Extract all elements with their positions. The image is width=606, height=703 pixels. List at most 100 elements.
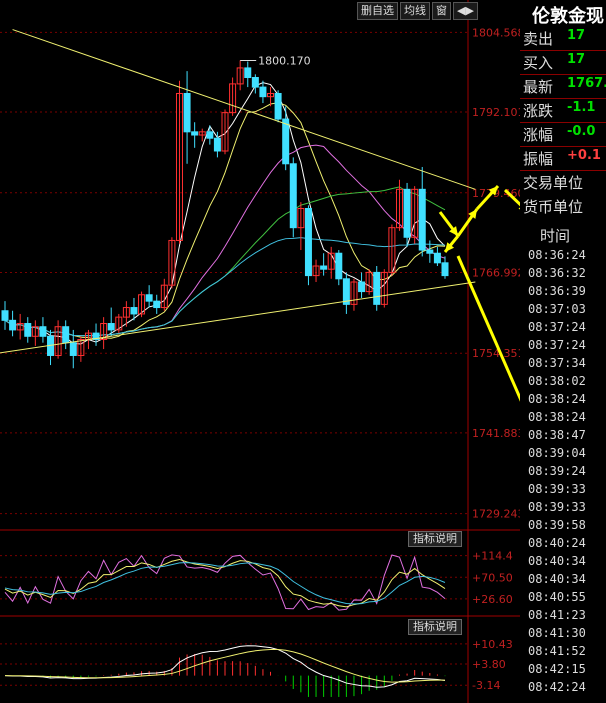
y-tick-label: +26.60 — [472, 593, 513, 606]
candle-body — [153, 300, 161, 309]
quote-row-label: 卖出 — [523, 30, 554, 48]
quote-row: 卖出 17 — [523, 28, 606, 50]
candle-body — [251, 77, 259, 88]
trade-time: 08:41:23 — [528, 608, 586, 622]
candle-body — [259, 86, 267, 98]
quote-row-label: 最新 — [523, 78, 554, 96]
candle-body — [403, 188, 411, 238]
time-header: 时间 — [540, 227, 571, 245]
divider — [520, 122, 606, 123]
candle-body — [441, 262, 449, 277]
quote-row-label: 货币单位 — [523, 198, 584, 216]
quote-row-label: 振幅 — [523, 150, 554, 168]
ma-line-30 — [4, 186, 446, 337]
quote-row-value: 1767.3 — [567, 76, 606, 91]
y-tick-label: +10.43 — [472, 638, 513, 651]
candle-body — [426, 249, 434, 254]
trade-time: 08:37:24 — [528, 338, 586, 352]
trade-time: 08:40:34 — [528, 554, 586, 568]
trade-time: 08:36:39 — [528, 284, 586, 298]
trade-time: 08:41:30 — [528, 626, 586, 640]
trade-time: 08:38:24 — [528, 392, 586, 406]
y-tick-label: +3.80 — [472, 658, 506, 671]
y-tick-label: 1792.101 — [472, 106, 520, 119]
y-tick-label: 1741.883 — [472, 427, 520, 440]
candle-body — [274, 92, 282, 120]
window-button[interactable]: 窗 — [432, 2, 451, 20]
trade-time: 08:40:24 — [528, 536, 586, 550]
quote-row-value: -1.1 — [567, 100, 596, 115]
y-tick-label: -3.14 — [472, 679, 500, 692]
trade-time: 08:39:24 — [528, 464, 586, 478]
quote-row-value: +0.1 — [567, 148, 601, 163]
trade-time: 08:39:58 — [528, 518, 586, 532]
indicator-info-button-2[interactable]: 指标说明 — [408, 619, 462, 635]
candle-body — [282, 118, 290, 165]
quote-row-value: 17 — [567, 28, 586, 43]
max-annotation-label: 1800.170 — [258, 54, 311, 67]
trade-time: 08:38:02 — [528, 374, 586, 388]
annotation-arrow — [456, 255, 520, 402]
quote-panel: 伦敦金现 卖出 17 买入 17 最新 1767.3 涨跌 -1.1 涨幅 -0.0 振幅 +0.1 交… — [520, 0, 606, 703]
trade-time: 08:41:52 — [528, 644, 586, 658]
trade-time: 08:39:33 — [528, 482, 586, 496]
trade-time: 08:37:24 — [528, 320, 586, 334]
candle-body — [183, 92, 191, 133]
candle-body — [373, 271, 381, 305]
y-tick-label: 1729.243 — [472, 508, 520, 521]
trade-time: 08:42:24 — [528, 680, 586, 694]
divider — [520, 146, 606, 147]
trade-time: 08:39:33 — [528, 500, 586, 514]
quote-row-label: 交易单位 — [523, 174, 584, 192]
divider — [520, 98, 606, 99]
indicator-info-button-1[interactable]: 指标说明 — [408, 531, 462, 547]
moving-average-button[interactable]: 均线 — [400, 2, 430, 20]
candle-body — [39, 326, 47, 337]
candle-body — [213, 137, 221, 152]
trade-time: 08:38:24 — [528, 410, 586, 424]
trade-time: 08:36:24 — [528, 248, 586, 262]
quote-row-label: 涨幅 — [523, 126, 554, 144]
trade-time: 08:37:34 — [528, 356, 586, 370]
candle-body — [24, 323, 32, 337]
trade-time: 08:42:15 — [528, 662, 586, 676]
candle-body — [69, 342, 77, 356]
divider — [520, 74, 606, 75]
quote-row: 货币单位 — [523, 196, 606, 218]
trade-time: 08:40:55 — [528, 590, 586, 604]
quote-row: 涨幅 -0.0 — [523, 124, 606, 146]
chart-toolbar: 删自选 均线 窗 ◀▶ — [357, 2, 478, 20]
y-tick-label: 1804.568 — [472, 26, 520, 39]
y-tick-label: 1754.351 — [472, 347, 520, 360]
candle-body — [320, 265, 328, 270]
candle-body — [130, 307, 138, 315]
panel-toggle-icon[interactable]: ◀▶ — [453, 2, 478, 20]
y-tick-label: +114.4 — [472, 550, 513, 563]
candle-body — [335, 252, 343, 280]
trade-time: 08:38:47 — [528, 428, 586, 442]
candle-body — [9, 319, 17, 331]
divider — [520, 50, 606, 51]
trade-time: 08:40:34 — [528, 572, 586, 586]
trade-time: 08:39:04 — [528, 446, 586, 460]
quote-row-value: -0.0 — [567, 124, 596, 139]
quote-row-value: 17 — [567, 52, 586, 67]
candle-body — [418, 188, 426, 251]
candle-body — [191, 131, 199, 136]
oscillator-line — [4, 554, 446, 611]
price-chart: 1804.5681792.1011779.4601766.9921754.351… — [0, 0, 520, 703]
candle-body — [145, 294, 153, 302]
quote-row: 交易单位 — [523, 172, 606, 194]
candle-body — [433, 252, 441, 264]
quote-row: 最新 1767.3 — [523, 76, 606, 98]
y-tick-label: +70.50 — [472, 571, 513, 584]
candle-body — [244, 67, 252, 79]
y-tick-label: 1766.992 — [472, 266, 520, 279]
candle-body — [1, 310, 9, 321]
trendline-upper — [12, 29, 476, 190]
remove-watchlist-button[interactable]: 删自选 — [357, 2, 398, 20]
trade-time: 08:36:32 — [528, 266, 586, 280]
trade-time: 08:37:03 — [528, 302, 586, 316]
quote-row-label: 买入 — [523, 54, 554, 72]
quote-row: 振幅 +0.1 — [523, 148, 606, 170]
